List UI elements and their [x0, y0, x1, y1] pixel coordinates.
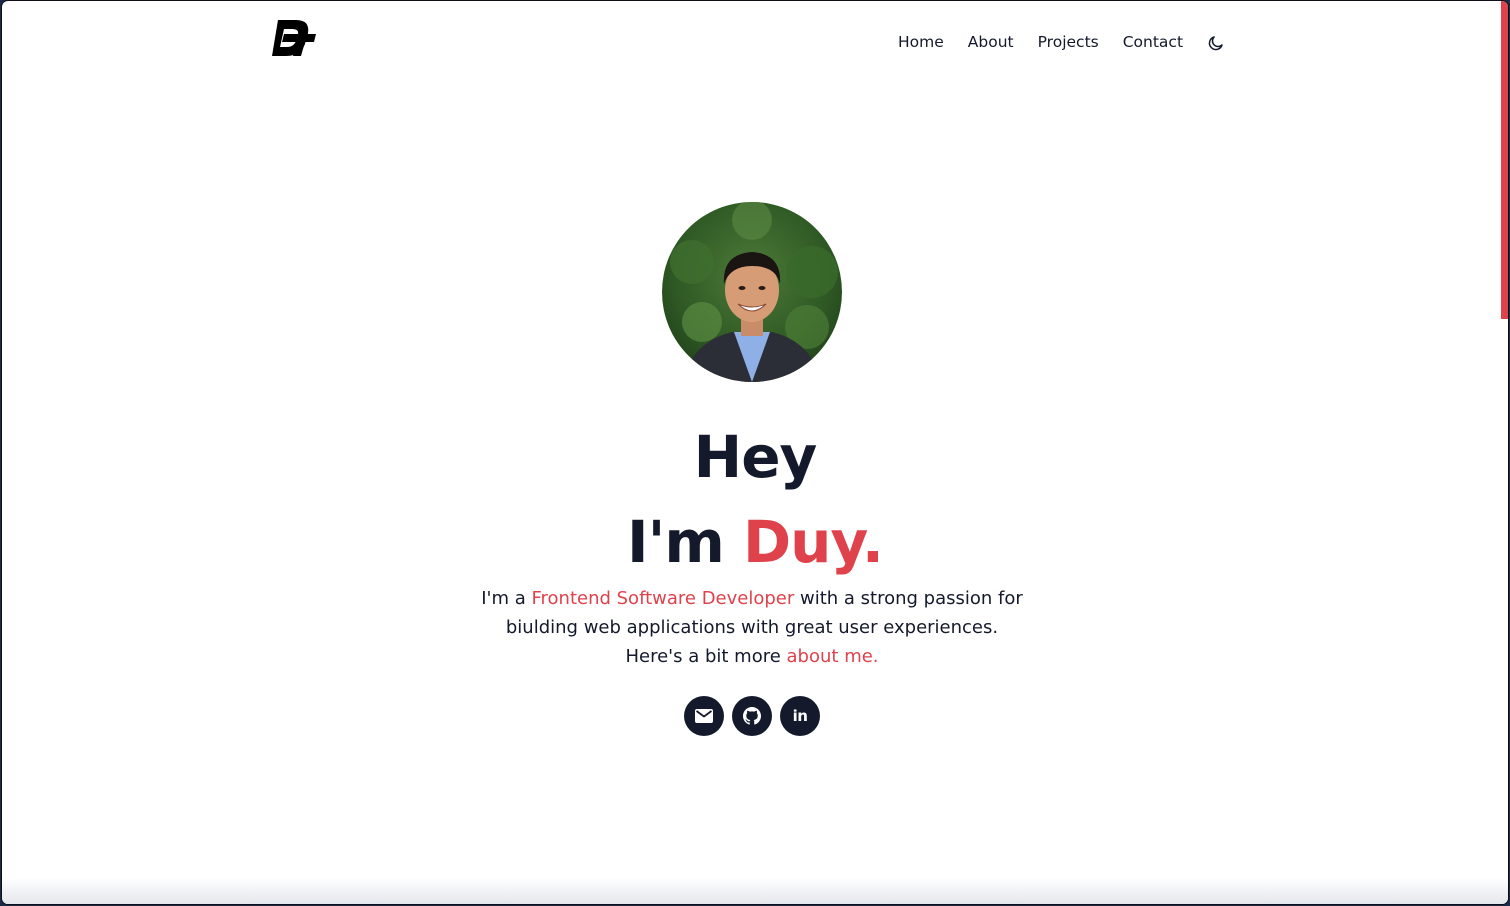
github-button[interactable]: [732, 696, 772, 736]
intro-line-3: Here's a bit more about me.: [402, 642, 1102, 671]
nav-contact[interactable]: Contact: [1123, 29, 1183, 55]
profile-photo: [662, 202, 842, 382]
nav-projects[interactable]: Projects: [1038, 29, 1099, 55]
bottom-fade: [2, 878, 1508, 904]
site-logo[interactable]: [270, 18, 318, 60]
nav-home[interactable]: Home: [898, 29, 944, 55]
nav-about[interactable]: About: [968, 29, 1014, 55]
email-button[interactable]: [684, 696, 724, 736]
name-prefix: I'm: [627, 508, 725, 576]
scrollbar-thumb[interactable]: [1501, 1, 1508, 319]
hero-greeting: Hey: [693, 423, 818, 491]
main-nav: Home About Projects Contact: [898, 29, 1225, 55]
mail-icon: [695, 709, 713, 723]
hero-intro: I'm a Frontend Software Developer with a…: [402, 584, 1102, 671]
intro-part1: I'm a: [481, 588, 526, 609]
intro-line-2: biulding web applications with great use…: [505, 617, 999, 638]
hero-name-heading: I'm Duy.: [2, 507, 1508, 577]
intro-line3-prefix: Here's a bit more: [625, 646, 781, 667]
moon-icon[interactable]: [1207, 34, 1225, 52]
intro-part2: with a strong passion for: [800, 588, 1023, 609]
hero-name: Duy.: [743, 508, 884, 576]
linkedin-icon: in: [792, 706, 808, 725]
linkedin-button[interactable]: in: [780, 696, 820, 736]
social-links: in: [684, 696, 828, 736]
intro-line-1: I'm a Frontend Software Developer with a…: [402, 584, 1102, 613]
browser-viewport: Home About Projects Contact Hey I'm Duy.…: [2, 1, 1508, 904]
role-link[interactable]: Frontend Software Developer: [531, 588, 794, 609]
github-icon: [743, 707, 761, 725]
about-me-link[interactable]: about me.: [787, 646, 879, 667]
